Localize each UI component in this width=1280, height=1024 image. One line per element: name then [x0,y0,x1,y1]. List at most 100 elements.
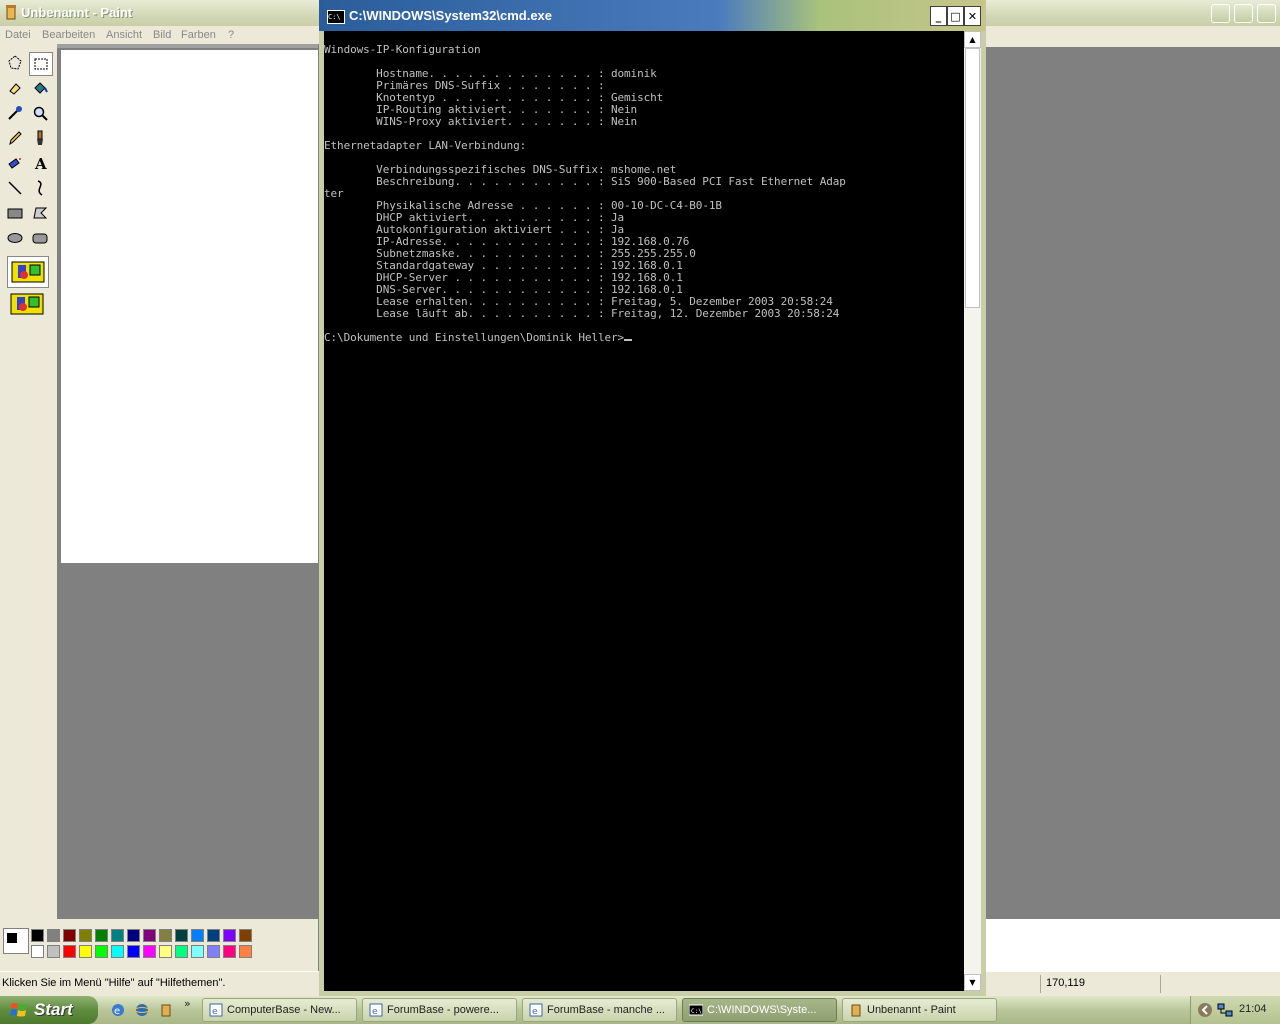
palette-swatch[interactable] [239,929,252,942]
cmd-scrollbar[interactable]: ▲ ▼ [964,31,981,991]
paint-workspace-bottom [986,919,1280,971]
task-forumbase-powere[interactable]: e ForumBase - powere... [362,998,517,1022]
paint-app-icon [851,1004,861,1017]
palette-swatch[interactable] [95,929,108,942]
paint-app-icon [6,5,16,20]
palette-swatch[interactable] [143,945,156,958]
palette-swatch[interactable] [159,945,172,958]
magnifier-icon[interactable] [29,102,51,124]
palette-swatch[interactable] [207,945,220,958]
scroll-up-icon[interactable]: ▲ [964,31,981,48]
svg-text:e: e [114,1006,120,1017]
task-paint[interactable]: Unbenannt - Paint [842,998,997,1022]
cmd-console[interactable]: Windows-IP-Konfiguration Hostname. . . .… [324,31,964,991]
current-colors[interactable] [3,928,29,954]
palette-swatch[interactable] [223,929,236,942]
curve-icon[interactable] [29,177,51,199]
palette-swatch[interactable] [191,945,204,958]
ie-quicklaunch-icon[interactable]: e [110,1002,126,1018]
palette-swatch[interactable] [31,945,44,958]
start-button[interactable]: Start [0,996,98,1024]
text-icon[interactable]: A [29,152,51,174]
color-picker-icon[interactable] [4,102,26,124]
paint-minimize-button[interactable] [1211,4,1230,23]
task-label: ComputerBase - New... [227,1004,341,1016]
airbrush-icon[interactable] [4,152,26,174]
palette-swatch[interactable] [143,929,156,942]
palette-swatch[interactable] [95,945,108,958]
cmd-maximize-button[interactable]: □ [947,6,964,26]
palette-swatch[interactable] [31,929,44,942]
paint-canvas[interactable] [61,50,318,563]
scroll-thumb[interactable] [965,48,980,308]
palette-swatch[interactable] [175,945,188,958]
free-select-icon[interactable] [4,52,26,74]
foreground-color[interactable] [6,932,18,944]
task-label: ForumBase - powere... [387,1004,499,1016]
tray-expand-icon[interactable] [1197,1002,1213,1018]
menu-bild[interactable]: Bild [153,29,171,41]
paint-close-button[interactable] [1257,4,1276,23]
paint-toolbox: A [0,44,57,919]
palette-swatch[interactable] [239,945,252,958]
palette-swatch[interactable] [79,945,92,958]
console-output: Windows-IP-Konfiguration Hostname. . . .… [324,43,846,344]
scroll-down-icon[interactable]: ▼ [964,974,981,991]
task-forumbase-manche[interactable]: e ForumBase - manche ... [522,998,677,1022]
cmd-minimize-button[interactable]: _ [930,6,947,26]
paint-window-title: Unbenannt - Paint [21,5,133,20]
palette-swatch[interactable] [127,929,140,942]
eraser-icon[interactable] [4,77,26,99]
taskbar: Start e » e ComputerBase - New... e Foru… [0,996,1280,1024]
polygon-icon[interactable] [29,202,51,224]
quicklaunch-chevron[interactable]: » [184,997,191,1010]
palette-swatch[interactable] [47,945,60,958]
paint-quicklaunch-icon[interactable] [158,1002,174,1018]
menu-help[interactable]: ? [228,29,234,41]
palette-swatch[interactable] [79,929,92,942]
menu-bearbeiten[interactable]: Bearbeiten [42,29,95,41]
palette-swatch[interactable] [111,945,124,958]
rectangle-icon[interactable] [4,202,26,224]
palette-swatch[interactable] [63,929,76,942]
task-cmd[interactable]: C:\ C:\WINDOWS\Syste... [682,998,837,1022]
tool-option-transparent[interactable] [7,256,49,288]
rect-select-icon[interactable] [29,52,53,76]
svg-text:C:\: C:\ [691,1008,702,1015]
tool-option-opaque[interactable] [7,289,47,319]
cmd-close-button[interactable]: ✕ [964,6,981,26]
line-icon[interactable] [4,177,26,199]
network-icon[interactable] [1217,1002,1233,1018]
palette-swatch[interactable] [175,929,188,942]
ie-page-icon: e [209,1003,223,1017]
palette-swatch[interactable] [111,929,124,942]
ie2-quicklaunch-icon[interactable] [134,1002,150,1018]
menu-datei[interactable]: Datei [5,29,31,41]
status-separator [1160,975,1161,993]
palette-swatch[interactable] [223,945,236,958]
palette-swatch[interactable] [207,929,220,942]
palette-swatch[interactable] [127,945,140,958]
pencil-icon[interactable] [4,127,26,149]
palette-swatch[interactable] [63,945,76,958]
paint-maximize-button[interactable] [1234,4,1253,23]
rounded-rect-icon[interactable] [29,227,51,249]
task-computerbase[interactable]: e ComputerBase - New... [202,998,357,1022]
cmd-titlebar[interactable]: C:\ C:\WINDOWS\System32\cmd.exe _ □ ✕ [319,0,986,31]
status-separator [1040,975,1041,993]
ellipse-icon[interactable] [4,227,26,249]
console-cursor [624,339,633,341]
start-label: Start [34,1000,73,1019]
brush-icon[interactable] [29,127,51,149]
task-label: Unbenannt - Paint [867,1004,956,1016]
menu-farben[interactable]: Farben [181,29,216,41]
paint-workspace-strip [986,44,1280,47]
fill-icon[interactable] [29,77,51,99]
cmd-window[interactable]: C:\ C:\WINDOWS\System32\cmd.exe _ □ ✕ Wi… [319,0,986,996]
palette-swatch[interactable] [159,929,172,942]
cmd-app-icon: C:\ [327,10,345,24]
palette-swatch[interactable] [191,929,204,942]
palette-swatch[interactable] [47,929,60,942]
color-palette [0,919,318,971]
menu-ansicht[interactable]: Ansicht [106,29,142,41]
